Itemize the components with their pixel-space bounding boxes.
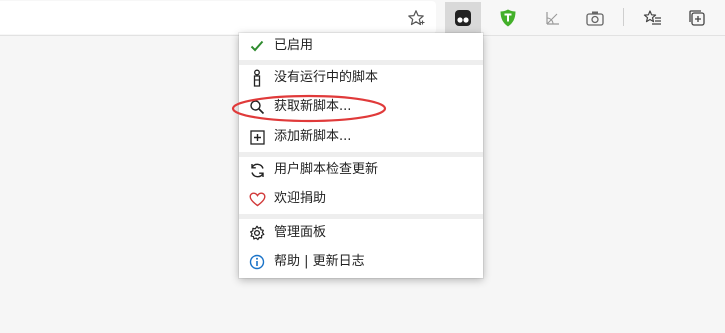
menu-item-dashboard[interactable]: 管理面板 <box>239 220 483 246</box>
menu-item-label: 用户脚本检查更新 <box>274 162 379 177</box>
camera-icon[interactable] <box>577 2 613 33</box>
menu-item-enabled[interactable]: 已启用 <box>239 33 483 59</box>
favorite-star-icon[interactable] <box>398 2 434 33</box>
browser-toolbar <box>0 0 725 36</box>
gear-icon <box>247 223 267 243</box>
checkmark-icon <box>247 36 267 56</box>
heart-icon <box>247 189 267 209</box>
info-marker-icon <box>247 68 267 88</box>
menu-item-check-updates[interactable]: 用户脚本检查更新 <box>239 157 483 183</box>
menu-item-label: 没有运行中的脚本 <box>274 70 379 85</box>
menu-item-label: 欢迎捐助 <box>274 191 327 206</box>
favorites-list-icon[interactable] <box>635 2 671 33</box>
menu-item-label: 已启用 <box>274 38 314 53</box>
info-icon <box>247 252 267 272</box>
collections-icon[interactable] <box>679 2 715 33</box>
menu-item-label: 获取新脚本... <box>274 99 352 114</box>
tampermonkey-icon[interactable] <box>445 2 481 33</box>
adguard-icon[interactable] <box>490 2 526 33</box>
menu-item-no-running-scripts: 没有运行中的脚本 <box>239 65 483 91</box>
address-bar[interactable] <box>0 1 436 34</box>
protractor-icon[interactable] <box>535 2 571 33</box>
toolbar-divider <box>623 8 624 26</box>
menu-item-label: 管理面板 <box>274 225 327 240</box>
menu-item-label: 添加新脚本... <box>274 129 352 144</box>
refresh-icon <box>247 160 267 180</box>
menu-item-help-changelog[interactable]: 帮助 | 更新日志 <box>239 249 483 275</box>
menu-item-get-new-scripts[interactable]: 获取新脚本... <box>239 94 483 120</box>
menu-item-donate[interactable]: 欢迎捐助 <box>239 186 483 212</box>
tampermonkey-menu: 已启用 没有运行中的脚本 获取新脚本... 添加新脚本... 用户脚本检查更新 … <box>239 33 483 278</box>
add-square-icon <box>247 127 267 147</box>
menu-item-label: 帮助 | 更新日志 <box>274 254 365 269</box>
search-icon <box>247 97 267 117</box>
menu-divider <box>239 214 483 219</box>
menu-item-add-new-script[interactable]: 添加新脚本... <box>239 124 483 150</box>
